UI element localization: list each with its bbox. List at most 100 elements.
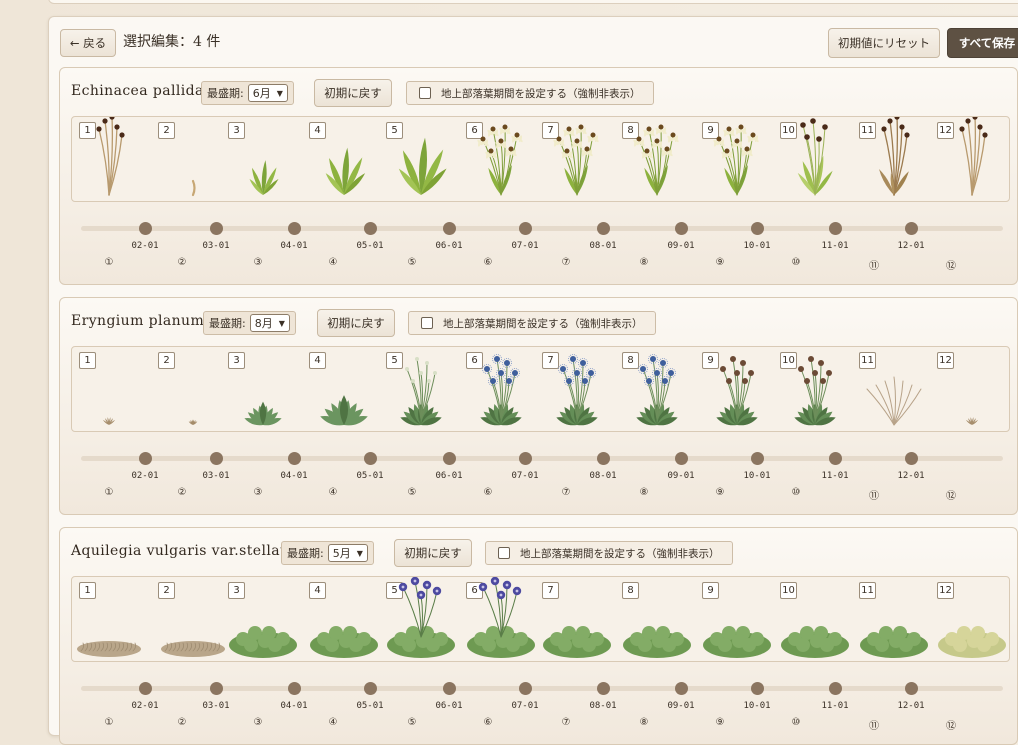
month-plant-image[interactable] <box>932 117 1012 201</box>
month-plant-image[interactable] <box>461 347 541 431</box>
timeline-month-index: ⑪ <box>869 491 879 502</box>
timeline-month-index: ② <box>177 257 187 268</box>
dormancy-checkbox[interactable] <box>421 317 433 329</box>
month-plant-image[interactable] <box>223 577 303 661</box>
timeline-handle[interactable] <box>597 222 610 235</box>
timeline-handle[interactable] <box>288 222 301 235</box>
timeline-handle[interactable] <box>905 452 918 465</box>
month-plant-image[interactable] <box>697 577 777 661</box>
timeline-date-label: 05-01 <box>356 241 384 251</box>
month-plant-image[interactable] <box>537 347 617 431</box>
timeline-date-label: 08-01 <box>589 701 617 711</box>
timeline-handle[interactable] <box>443 222 456 235</box>
dormancy-toggle[interactable]: 地上部落葉期間を設定する（強制非表示） <box>408 311 656 335</box>
timeline-handle[interactable] <box>751 682 764 695</box>
monthly-images-strip: 1 2 3 4 5 6 7 8 9 10 11 12 <box>71 576 1010 662</box>
peak-month-select[interactable]: 8月 ▼ <box>249 314 290 332</box>
timeline-handle[interactable] <box>139 222 152 235</box>
peak-month-field: 最盛期: 6月 ▼ <box>201 81 294 105</box>
timeline-handle[interactable] <box>210 222 223 235</box>
timeline-date-label: 07-01 <box>511 471 539 481</box>
dormancy-checkbox[interactable] <box>498 547 510 559</box>
timeline-handle[interactable] <box>443 682 456 695</box>
month-plant-image[interactable] <box>153 577 233 661</box>
timeline-month-index: ⑤ <box>407 487 417 498</box>
month-plant-image[interactable] <box>69 577 149 661</box>
timeline-handle[interactable] <box>751 452 764 465</box>
timeline-handle[interactable] <box>675 222 688 235</box>
month-plant-image[interactable] <box>697 347 777 431</box>
month-plant-image[interactable] <box>617 577 697 661</box>
timeline-handle[interactable] <box>288 682 301 695</box>
month-plant-image[interactable] <box>381 577 461 661</box>
back-button[interactable]: ← 戻る <box>60 29 116 57</box>
timeline-handle[interactable] <box>829 682 842 695</box>
timeline-date-label: 07-01 <box>511 241 539 251</box>
timeline-handle[interactable] <box>519 682 532 695</box>
timeline-handle[interactable] <box>905 222 918 235</box>
reset-card-button[interactable]: 初期に戻す <box>394 539 472 567</box>
month-plant-image[interactable] <box>617 117 697 201</box>
month-plant-image[interactable] <box>932 577 1012 661</box>
timeline-month-index: ⑥ <box>483 257 493 268</box>
timeline-handle[interactable] <box>364 452 377 465</box>
month-plant-image[interactable] <box>461 117 541 201</box>
month-plant-image[interactable] <box>854 577 934 661</box>
month-plant-image[interactable] <box>932 347 1012 431</box>
timeline-month-index: ⑪ <box>869 261 879 272</box>
timeline-handle[interactable] <box>597 452 610 465</box>
month-plant-image[interactable] <box>223 117 303 201</box>
dormancy-checkbox[interactable] <box>419 87 431 99</box>
timeline-handle[interactable] <box>364 682 377 695</box>
timeline-handle[interactable] <box>443 452 456 465</box>
month-plant-image[interactable] <box>153 347 233 431</box>
month-plant-image[interactable] <box>381 347 461 431</box>
timeline-handle[interactable] <box>905 682 918 695</box>
month-plant-image[interactable] <box>775 117 855 201</box>
dormancy-toggle[interactable]: 地上部落葉期間を設定する（強制非表示） <box>485 541 733 565</box>
timeline-handle[interactable] <box>675 452 688 465</box>
month-plant-image[interactable] <box>69 347 149 431</box>
timeline-handle[interactable] <box>139 452 152 465</box>
timeline-handle[interactable] <box>519 452 532 465</box>
month-plant-image[interactable] <box>223 347 303 431</box>
dormancy-toggle[interactable]: 地上部落葉期間を設定する（強制非表示） <box>406 81 654 105</box>
month-plant-image[interactable] <box>304 347 384 431</box>
reset-all-button[interactable]: 初期値にリセット <box>828 28 940 58</box>
timeline-handle[interactable] <box>519 222 532 235</box>
month-plant-image[interactable] <box>381 117 461 201</box>
reset-card-button[interactable]: 初期に戻す <box>314 79 392 107</box>
timeline-month-index: ③ <box>253 257 263 268</box>
month-plant-image[interactable] <box>461 577 541 661</box>
peak-month-select[interactable]: 5月 ▼ <box>327 544 368 562</box>
timeline-handle[interactable] <box>675 682 688 695</box>
month-plant-image[interactable] <box>153 117 233 201</box>
month-plant-image[interactable] <box>775 577 855 661</box>
month-plant-image[interactable] <box>304 577 384 661</box>
timeline-handle[interactable] <box>288 452 301 465</box>
month-plant-image[interactable] <box>617 347 697 431</box>
peak-month-select[interactable]: 6月 ▼ <box>247 84 288 102</box>
timeline-handle[interactable] <box>210 452 223 465</box>
month-plant-image[interactable] <box>537 117 617 201</box>
timeline-handle[interactable] <box>139 682 152 695</box>
species-card-aquilegia: Aquilegia vulgaris var.stellata 最盛期: 5月 ▼… <box>59 527 1018 745</box>
timeline-handle[interactable] <box>210 682 223 695</box>
timeline-handle[interactable] <box>829 452 842 465</box>
month-plant-image[interactable] <box>854 347 934 431</box>
timeline-handle[interactable] <box>364 222 377 235</box>
timeline-date-label: 03-01 <box>202 241 230 251</box>
timeline-handle[interactable] <box>597 682 610 695</box>
timeline-date-label: 05-01 <box>356 701 384 711</box>
timeline-handle[interactable] <box>751 222 764 235</box>
month-plant-image[interactable] <box>775 347 855 431</box>
month-plant-image[interactable] <box>697 117 777 201</box>
month-plant-image[interactable] <box>304 117 384 201</box>
save-all-button[interactable]: すべて保存 <box>947 28 1018 58</box>
timeline-date-label: 08-01 <box>589 241 617 251</box>
month-plant-image[interactable] <box>537 577 617 661</box>
month-plant-image[interactable] <box>854 117 934 201</box>
reset-card-button[interactable]: 初期に戻す <box>317 309 395 337</box>
month-plant-image[interactable] <box>69 117 149 201</box>
timeline-handle[interactable] <box>829 222 842 235</box>
